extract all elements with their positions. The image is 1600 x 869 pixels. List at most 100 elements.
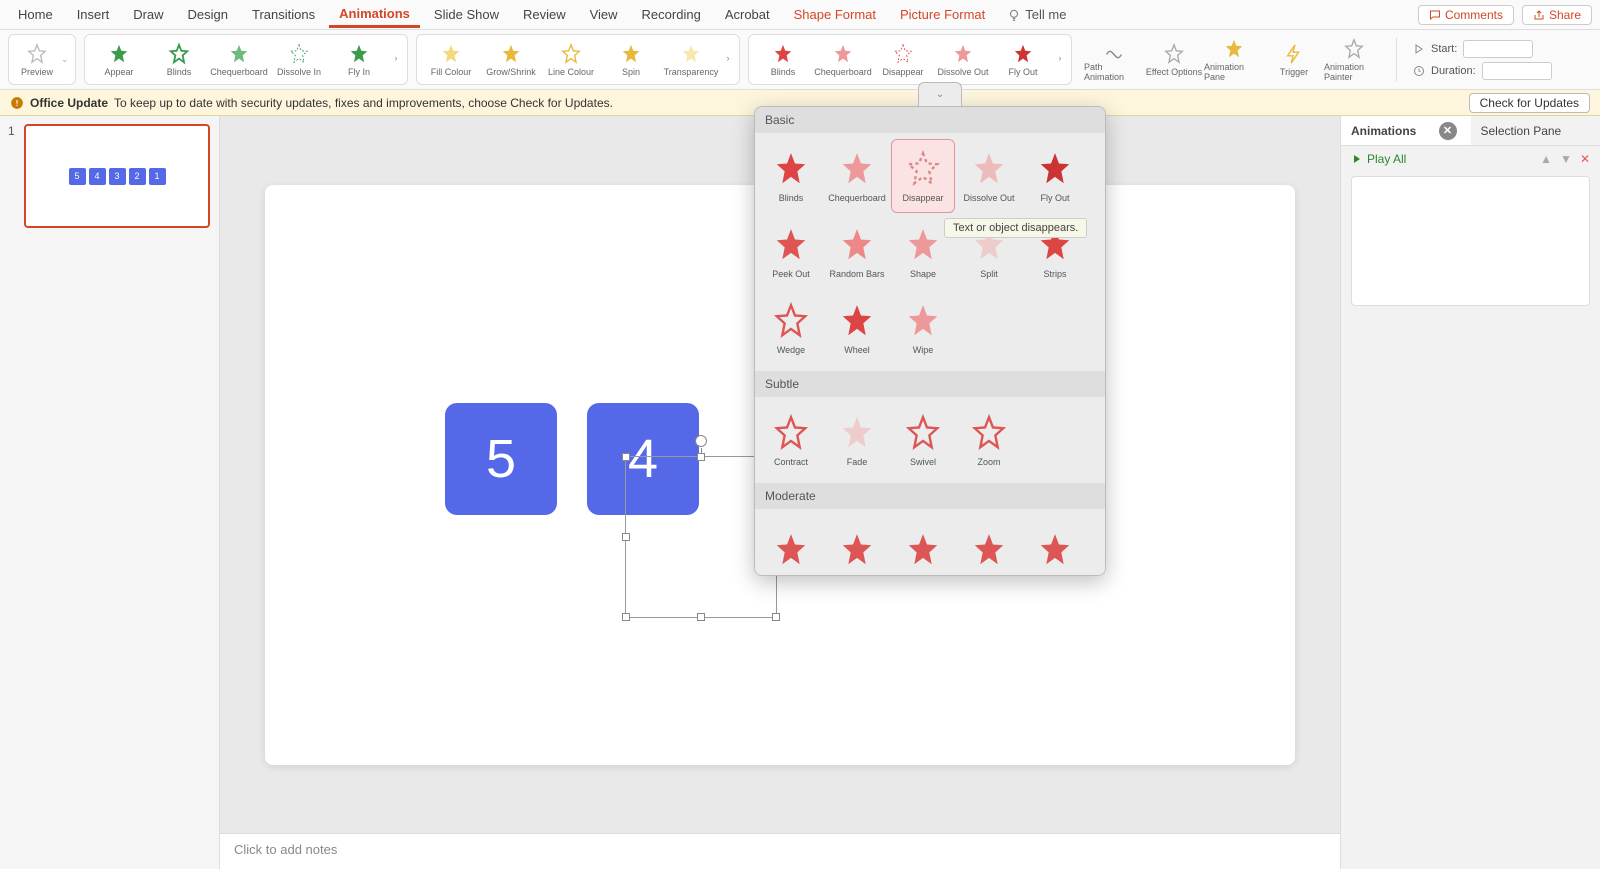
rotate-handle[interactable]: [695, 435, 707, 447]
path-icon: [1103, 38, 1125, 60]
anim-exit-dissolve-out[interactable]: Dissolve Out: [933, 43, 993, 77]
start-input[interactable]: [1463, 40, 1533, 58]
anim-grow-shrink[interactable]: Grow/Shrink: [481, 43, 541, 77]
star-icon: [969, 149, 1009, 189]
resize-handle[interactable]: [697, 613, 705, 621]
dd-item-swivel[interactable]: Swivel: [891, 403, 955, 477]
dd-item-moderate[interactable]: [1023, 515, 1087, 576]
anim-fill-colour[interactable]: Fill Colour: [421, 43, 481, 77]
notes-pane[interactable]: Click to add notes: [220, 833, 1340, 869]
resize-handle[interactable]: [622, 613, 630, 621]
pane-tab-animations[interactable]: Animations ✕: [1341, 116, 1471, 145]
dd-item-moderate[interactable]: [957, 515, 1021, 576]
path-animation[interactable]: Path Animation: [1084, 38, 1144, 82]
anim-appear[interactable]: Appear: [89, 43, 149, 77]
duration-input[interactable]: [1482, 62, 1552, 80]
tab-slideshow[interactable]: Slide Show: [424, 3, 509, 26]
star-icon: [837, 530, 877, 570]
star-icon: [771, 149, 811, 189]
dd-item-moderate[interactable]: [825, 515, 889, 576]
star-icon: [620, 43, 642, 65]
dd-item-moderate[interactable]: [891, 515, 955, 576]
gallery-dropdown-toggle[interactable]: ⌄: [918, 82, 962, 106]
anim-exit-disappear[interactable]: Disappear: [873, 43, 933, 77]
star-icon: [903, 301, 943, 341]
tab-acrobat[interactable]: Acrobat: [715, 3, 780, 26]
dd-item-disappear[interactable]: Disappear: [891, 139, 955, 213]
thumb-box: 2: [129, 168, 146, 185]
tab-transitions[interactable]: Transitions: [242, 3, 325, 26]
anim-line-colour[interactable]: Line Colour: [541, 43, 601, 77]
tab-view[interactable]: View: [580, 3, 628, 26]
emphasis-more[interactable]: ›: [721, 53, 735, 67]
play-all-button[interactable]: Play All: [1367, 152, 1406, 166]
exit-more[interactable]: ›: [1053, 53, 1067, 67]
preview-button[interactable]: Preview: [13, 43, 61, 77]
anim-exit-chequerboard[interactable]: Chequerboard: [813, 43, 873, 77]
pane-tab-selection[interactable]: Selection Pane: [1471, 116, 1600, 145]
dd-item-random-bars[interactable]: Random Bars: [825, 215, 889, 289]
star-icon: [952, 43, 974, 65]
dd-item-wheel[interactable]: Wheel: [825, 291, 889, 365]
dd-item-moderate[interactable]: [759, 515, 823, 576]
preview-label: Preview: [21, 67, 53, 77]
thumb-box: 1: [149, 168, 166, 185]
comments-button[interactable]: Comments: [1418, 5, 1514, 25]
tell-me[interactable]: Tell me: [1007, 7, 1066, 22]
close-pane-icon[interactable]: ✕: [1439, 122, 1457, 140]
dd-item-wipe[interactable]: Wipe: [891, 291, 955, 365]
dd-item-fly-out[interactable]: Fly Out: [1023, 139, 1087, 213]
star-icon: [969, 530, 1009, 570]
slide-thumb-1[interactable]: 5 4 3 2 1: [24, 124, 210, 228]
tab-animations[interactable]: Animations: [329, 2, 420, 28]
dd-item-zoom[interactable]: Zoom: [957, 403, 1021, 477]
tab-insert[interactable]: Insert: [67, 3, 120, 26]
animation-pane[interactable]: Animation Pane: [1204, 38, 1264, 82]
anim-dissolve-in[interactable]: Dissolve In: [269, 43, 329, 77]
tab-shape-format[interactable]: Shape Format: [784, 3, 886, 26]
clock-icon: [1413, 65, 1425, 77]
entrance-more[interactable]: ›: [389, 53, 403, 67]
star-icon: [771, 301, 811, 341]
anim-fly-in[interactable]: Fly In: [329, 43, 389, 77]
resize-handle[interactable]: [697, 453, 705, 461]
dd-item-peek-out[interactable]: Peek Out: [759, 215, 823, 289]
tab-home[interactable]: Home: [8, 3, 63, 26]
trigger[interactable]: Trigger: [1264, 43, 1324, 77]
star-icon: [772, 43, 794, 65]
resize-handle[interactable]: [622, 533, 630, 541]
tab-design[interactable]: Design: [178, 3, 238, 26]
tab-picture-format[interactable]: Picture Format: [890, 3, 995, 26]
dd-item-blinds[interactable]: Blinds: [759, 139, 823, 213]
anim-exit-fly-out[interactable]: Fly Out: [993, 43, 1053, 77]
animation-list[interactable]: [1351, 176, 1590, 306]
dd-item-wedge[interactable]: Wedge: [759, 291, 823, 365]
anim-transparency[interactable]: Transparency: [661, 43, 721, 77]
anim-spin[interactable]: Spin: [601, 43, 661, 77]
tell-me-label: Tell me: [1025, 7, 1066, 22]
star-icon: [26, 43, 48, 65]
dd-item-dissolve-out[interactable]: Dissolve Out: [957, 139, 1021, 213]
delete-icon[interactable]: ✕: [1580, 152, 1590, 166]
shape-box-5[interactable]: 5: [445, 403, 557, 515]
check-updates-button[interactable]: Check for Updates: [1469, 93, 1590, 113]
move-up-icon[interactable]: ▲: [1540, 152, 1552, 166]
anim-blinds[interactable]: Blinds: [149, 43, 209, 77]
tab-recording[interactable]: Recording: [632, 3, 711, 26]
resize-handle[interactable]: [772, 613, 780, 621]
star-icon: [1343, 38, 1365, 60]
dd-item-fade[interactable]: Fade: [825, 403, 889, 477]
tab-review[interactable]: Review: [513, 3, 576, 26]
share-button[interactable]: Share: [1522, 5, 1592, 25]
thumb-box: 5: [69, 168, 86, 185]
dd-item-chequerboard[interactable]: Chequerboard: [825, 139, 889, 213]
anim-chequerboard[interactable]: Chequerboard: [209, 43, 269, 77]
animation-painter[interactable]: Animation Painter: [1324, 38, 1384, 82]
anim-exit-blinds[interactable]: Blinds: [753, 43, 813, 77]
resize-handle[interactable]: [622, 453, 630, 461]
effect-options[interactable]: Effect Options: [1144, 43, 1204, 77]
move-down-icon[interactable]: ▼: [1560, 152, 1572, 166]
tab-draw[interactable]: Draw: [123, 3, 173, 26]
dd-item-contract[interactable]: Contract: [759, 403, 823, 477]
comments-label: Comments: [1445, 8, 1503, 22]
